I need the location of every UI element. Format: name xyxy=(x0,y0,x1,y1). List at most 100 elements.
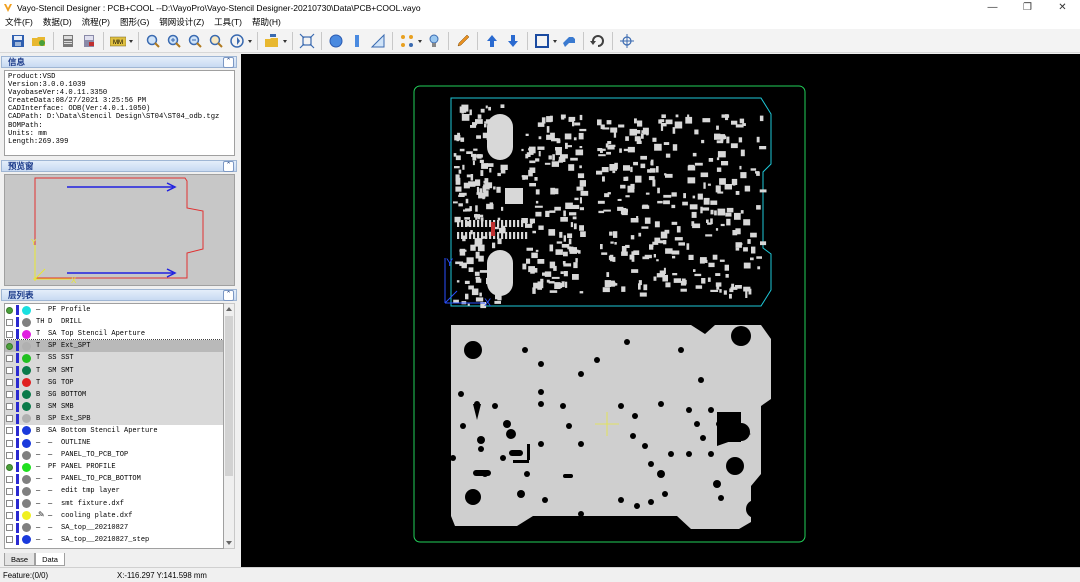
layer-visibility-checkbox[interactable] xyxy=(6,318,13,326)
layer-color-swatch[interactable] xyxy=(22,402,31,412)
tab-base[interactable]: Base xyxy=(4,553,36,566)
layer-visibility-checkbox[interactable] xyxy=(6,500,13,508)
light-button[interactable] xyxy=(424,31,444,51)
layer-color-swatch[interactable] xyxy=(22,474,31,484)
layer-row[interactable]: — — SA_top__20210827_step xyxy=(5,534,223,546)
layer-visibility-checkbox[interactable] xyxy=(6,463,13,471)
layer-row[interactable]: B SA Bottom Stencil Aperture xyxy=(5,425,223,437)
save-button[interactable] xyxy=(8,31,28,51)
layer-visibility-checkbox[interactable] xyxy=(6,451,13,459)
collapse-layers-icon[interactable]: ⌃ xyxy=(223,290,234,301)
layer-color-swatch[interactable] xyxy=(22,366,31,376)
layer-visibility-checkbox[interactable] xyxy=(6,487,13,495)
print-button[interactable] xyxy=(58,31,78,51)
tab-data[interactable]: Data xyxy=(35,553,65,566)
import-dropdown[interactable] xyxy=(262,31,288,51)
close-button[interactable]: ✕ xyxy=(1045,0,1080,15)
layer-color-swatch[interactable] xyxy=(22,499,31,509)
tools-button[interactable] xyxy=(559,31,579,51)
collapse-info-icon[interactable]: ⌃ xyxy=(223,57,234,68)
layer-row[interactable]: — — SA_top__20210827 xyxy=(5,522,223,534)
layer-row[interactable]: — — PANEL_TO_PCB_TOP xyxy=(5,449,223,461)
layer-row[interactable]: — — PANEL_TO_PCB_BOTTOM xyxy=(5,473,223,485)
preview-window[interactable]: Y X xyxy=(4,174,235,286)
zoom-button[interactable] xyxy=(143,31,163,51)
layer-visibility-checkbox[interactable] xyxy=(6,512,13,520)
layer-color-swatch[interactable] xyxy=(22,378,31,388)
menu-graphics[interactable]: 图形(G) xyxy=(115,16,154,28)
scroll-thumb[interactable] xyxy=(225,316,233,476)
menu-help[interactable]: 帮助(H) xyxy=(247,16,286,28)
layer-visibility-checkbox[interactable] xyxy=(6,403,13,411)
layer-visibility-checkbox[interactable] xyxy=(6,342,13,350)
layer-color-swatch[interactable] xyxy=(22,511,31,521)
menu-data[interactable]: 数据(D) xyxy=(38,16,77,28)
layer-visibility-checkbox[interactable] xyxy=(6,439,13,447)
layer-row[interactable]: T SP Ext_SPT xyxy=(5,339,223,354)
maximize-button[interactable]: ❐ xyxy=(1010,0,1045,15)
layer-color-swatch[interactable] xyxy=(22,462,31,472)
menu-process[interactable]: 流程(P) xyxy=(77,16,115,28)
layer-color-swatch[interactable] xyxy=(22,353,31,363)
open-button[interactable] xyxy=(29,31,49,51)
circle-button[interactable] xyxy=(326,31,346,51)
layer-row[interactable]: — — edit tmp layer xyxy=(5,485,223,497)
scroll-up-icon[interactable] xyxy=(226,307,232,311)
layer-color-swatch[interactable] xyxy=(22,535,31,545)
layer-visibility-checkbox[interactable] xyxy=(6,475,13,483)
menu-file[interactable]: 文件(F) xyxy=(0,16,38,28)
layer-color-swatch[interactable] xyxy=(22,390,31,400)
menu-stencil-design[interactable]: 钢网设计(Z) xyxy=(154,16,209,28)
layer-visibility-checkbox[interactable] xyxy=(6,306,13,314)
layer-visibility-checkbox[interactable] xyxy=(6,354,13,362)
layer-visibility-checkbox[interactable] xyxy=(6,524,13,532)
zoom-out-button[interactable] xyxy=(185,31,205,51)
move-up-button[interactable] xyxy=(482,31,502,51)
export-button[interactable] xyxy=(79,31,99,51)
layer-list-scrollbar[interactable] xyxy=(224,303,235,549)
layer-color-swatch[interactable] xyxy=(22,486,31,496)
target-button[interactable] xyxy=(617,31,637,51)
pan-dropdown[interactable] xyxy=(227,31,253,51)
layer-row[interactable]: T SS SST xyxy=(5,352,223,365)
layer-row[interactable]: — PF Profile xyxy=(5,304,223,316)
layer-visibility-checkbox[interactable] xyxy=(6,330,13,338)
zoom-window-button[interactable] xyxy=(206,31,226,51)
scroll-down-icon[interactable] xyxy=(226,541,232,545)
layer-row[interactable]: T SM SMT xyxy=(5,364,223,377)
layer-row[interactable]: T SA Top Stencil Aperture xyxy=(5,328,223,340)
layer-visibility-checkbox[interactable] xyxy=(6,367,13,375)
layer-visibility-checkbox[interactable] xyxy=(6,415,13,423)
layer-row[interactable]: B SM SMB xyxy=(5,400,223,413)
collapse-preview-icon[interactable]: ⌃ xyxy=(223,161,234,172)
layer-color-swatch[interactable] xyxy=(22,414,31,424)
pencil-button[interactable] xyxy=(453,31,473,51)
fit-button[interactable] xyxy=(297,31,317,51)
undo-button[interactable] xyxy=(588,31,608,51)
layer-row[interactable]: ✎ — — cooling plate.dxf xyxy=(5,510,223,522)
layer-row[interactable]: T SG TOP xyxy=(5,376,223,389)
layer-row[interactable]: B SG BOTTOM xyxy=(5,388,223,401)
layer-color-swatch[interactable] xyxy=(22,523,31,533)
layer-color-swatch[interactable] xyxy=(22,341,31,351)
layer-color-swatch[interactable] xyxy=(22,450,31,460)
layer-visibility-checkbox[interactable] xyxy=(6,427,13,435)
layer-row[interactable]: — — smt fixture.dxf xyxy=(5,498,223,510)
move-down-button[interactable] xyxy=(503,31,523,51)
layer-row[interactable]: — — OUTLINE xyxy=(5,437,223,449)
frame-dropdown[interactable] xyxy=(532,31,558,51)
layers-panel-header[interactable]: 层列表 ⌃ xyxy=(1,289,237,301)
measure-button[interactable] xyxy=(368,31,388,51)
layer-color-swatch[interactable] xyxy=(22,305,31,315)
layer-color-swatch[interactable] xyxy=(22,438,31,448)
layer-row[interactable]: — PF PANEL PROFILE xyxy=(5,461,223,473)
layer-row[interactable]: B SP Ext_SPB xyxy=(5,412,223,425)
menu-tools[interactable]: 工具(T) xyxy=(209,16,247,28)
minimize-button[interactable]: — xyxy=(975,0,1010,15)
layer-visibility-checkbox[interactable] xyxy=(6,379,13,387)
info-panel-header[interactable]: 信息 ⌃ xyxy=(1,56,237,68)
snap-dropdown[interactable] xyxy=(397,31,423,51)
layer-visibility-checkbox[interactable] xyxy=(6,536,13,544)
layer-color-swatch[interactable] xyxy=(22,329,31,339)
layer-row[interactable]: TH D DRILL xyxy=(5,316,223,328)
